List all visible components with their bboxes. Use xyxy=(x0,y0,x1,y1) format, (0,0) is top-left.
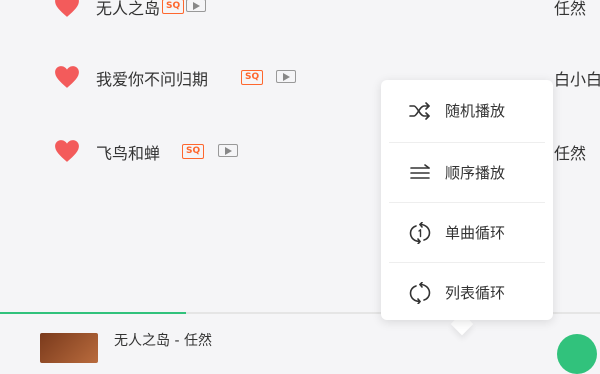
shuffle-icon xyxy=(409,102,430,120)
mv-icon[interactable] xyxy=(276,70,296,83)
sq-badge: SQ xyxy=(182,144,205,159)
repeat-one-icon xyxy=(409,222,431,244)
play-mode-menu: 随机播放 顺序播放 单曲循环 列表循环 xyxy=(381,80,553,320)
menu-item-label: 顺序播放 xyxy=(445,164,506,182)
heart-icon[interactable] xyxy=(54,65,80,89)
menu-item-label: 随机播放 xyxy=(445,102,506,120)
menu-item-shuffle[interactable]: 随机播放 xyxy=(381,80,553,140)
mv-icon[interactable] xyxy=(218,144,238,157)
sq-badge: SQ xyxy=(162,0,185,14)
menu-item-label: 单曲循环 xyxy=(445,224,506,242)
repeat-list-icon xyxy=(409,282,431,304)
song-title[interactable]: 飞鸟和蝉 xyxy=(96,140,160,164)
song-artist[interactable]: 白小白 xyxy=(554,66,600,90)
mv-icon[interactable] xyxy=(186,0,206,12)
menu-item-repeat-list[interactable]: 列表循环 xyxy=(381,262,553,322)
menu-item-sequence[interactable]: 顺序播放 xyxy=(381,142,553,202)
sq-badge: SQ xyxy=(241,70,264,85)
heart-icon[interactable] xyxy=(54,139,80,163)
song-row[interactable]: 无人之岛 SQ 任然 xyxy=(0,0,600,26)
heart-icon[interactable] xyxy=(54,0,80,18)
play-button[interactable] xyxy=(557,334,597,374)
sequence-icon xyxy=(410,164,430,179)
song-artist[interactable]: 任然 xyxy=(554,140,586,164)
song-title[interactable]: 我爱你不问归期 xyxy=(96,66,208,90)
song-title[interactable]: 无人之岛 xyxy=(96,0,160,19)
album-cover[interactable] xyxy=(40,333,98,363)
song-artist[interactable]: 任然 xyxy=(554,0,586,19)
now-playing-title: 无人之岛 - 任然 xyxy=(114,333,212,349)
progress-fill[interactable] xyxy=(0,312,186,314)
menu-item-label: 列表循环 xyxy=(445,284,506,302)
menu-item-repeat-one[interactable]: 单曲循环 xyxy=(381,202,553,262)
